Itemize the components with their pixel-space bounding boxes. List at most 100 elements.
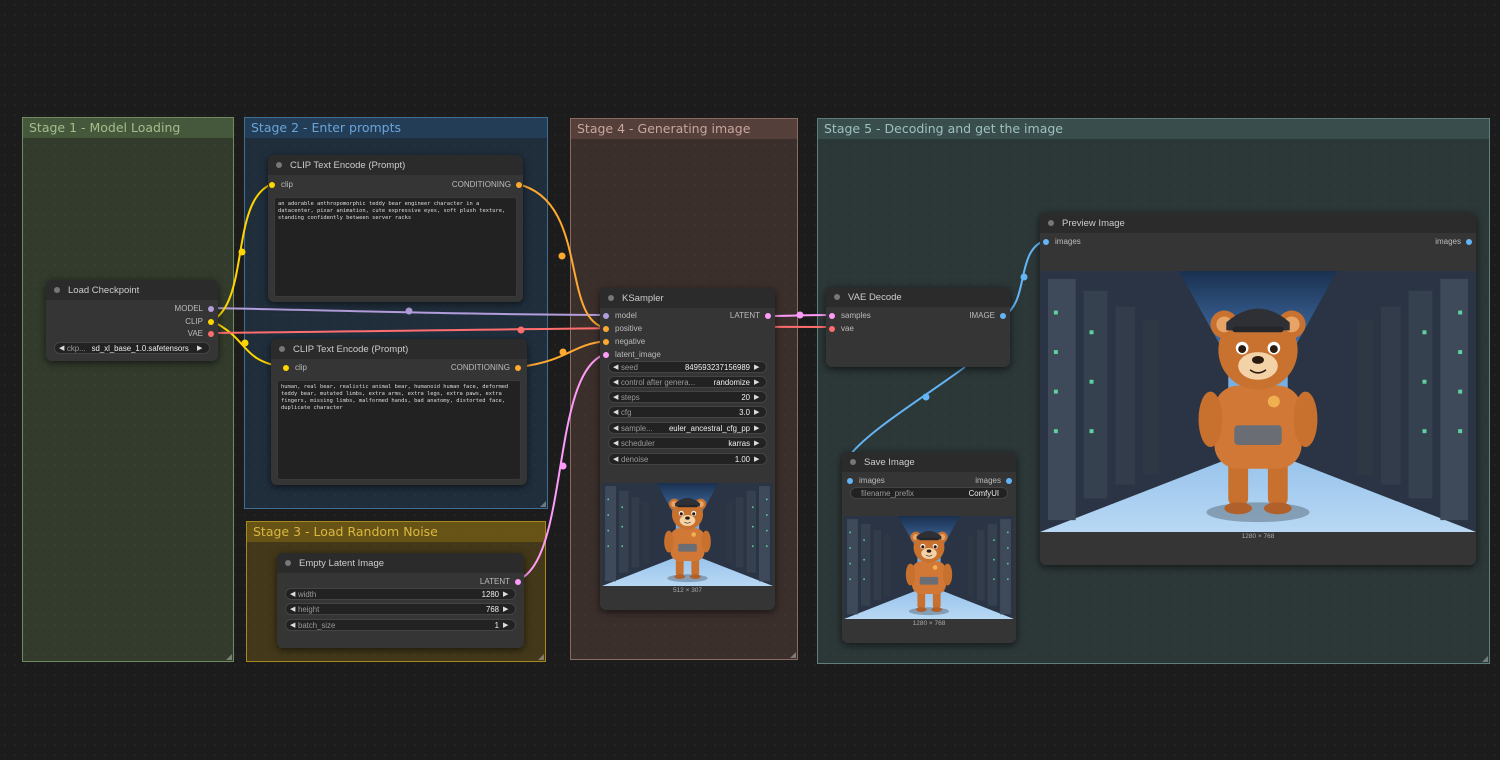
input-vae[interactable]: vae	[829, 324, 854, 333]
collapse-dot-icon[interactable]	[276, 162, 282, 168]
left-arrow-icon[interactable]: ◀	[59, 344, 67, 352]
slot-dot-icon[interactable]	[603, 312, 609, 319]
left-arrow-icon[interactable]: ◀	[613, 408, 621, 416]
collapse-dot-icon[interactable]	[834, 294, 840, 300]
left-arrow-icon[interactable]: ◀	[613, 424, 621, 432]
save-image-node[interactable]: Save Image images images filename_prefix…	[842, 452, 1016, 643]
right-arrow-icon[interactable]: ▶	[197, 344, 205, 352]
output-conditioning[interactable]: CONDITIONING	[451, 363, 521, 372]
left-arrow-icon[interactable]: ◀	[613, 393, 621, 401]
sampler-name-widget[interactable]: ◀ sample... euler_ancestral_cfg_pp ▶	[608, 422, 767, 434]
slot-dot-icon[interactable]	[1000, 312, 1006, 319]
input-clip[interactable]: clip	[283, 363, 307, 372]
slot-dot-icon[interactable]	[603, 351, 609, 358]
scheduler-widget[interactable]: ◀ scheduler karras ▶	[608, 437, 767, 449]
right-arrow-icon[interactable]: ▶	[754, 393, 762, 401]
slot-dot-icon[interactable]	[515, 578, 521, 585]
vae-decode-node[interactable]: VAE Decode samples vae IMAGE	[826, 287, 1010, 367]
slot-dot-icon[interactable]	[208, 330, 214, 337]
right-arrow-icon[interactable]: ▶	[503, 590, 511, 598]
right-arrow-icon[interactable]: ▶	[754, 439, 762, 447]
node-header[interactable]: CLIP Text Encode (Prompt)	[271, 339, 527, 359]
output-conditioning[interactable]: CONDITIONING	[452, 180, 522, 189]
right-arrow-icon[interactable]: ▶	[754, 363, 762, 371]
slot-dot-icon[interactable]	[1006, 477, 1012, 484]
left-arrow-icon[interactable]: ◀	[613, 439, 621, 447]
slot-dot-icon[interactable]	[829, 325, 835, 332]
collapse-dot-icon[interactable]	[54, 287, 60, 293]
slot-dot-icon[interactable]	[283, 364, 289, 371]
node-header[interactable]: KSampler	[600, 288, 775, 308]
left-arrow-icon[interactable]: ◀	[290, 621, 298, 629]
seed-widget[interactable]: ◀ seed 849593237156989 ▶	[608, 361, 767, 373]
slot-dot-icon[interactable]	[847, 477, 853, 484]
width-widget[interactable]: ◀ width 1280 ▶	[285, 588, 516, 600]
group-title[interactable]: Stage 3 - Load Random Noise	[247, 522, 545, 542]
collapse-dot-icon[interactable]	[850, 459, 856, 465]
collapse-dot-icon[interactable]	[285, 560, 291, 566]
denoise-widget[interactable]: ◀ denoise 1.00 ▶	[608, 453, 767, 465]
output-latent[interactable]: LATENT	[730, 311, 771, 320]
slot-dot-icon[interactable]	[1466, 238, 1472, 245]
left-arrow-icon[interactable]: ◀	[613, 378, 621, 386]
input-negative[interactable]: negative	[603, 337, 645, 346]
slot-dot-icon[interactable]	[208, 305, 214, 312]
left-arrow-icon[interactable]: ◀	[290, 605, 298, 613]
ckpt-name-combo[interactable]: ◀ ckp... sd_xl_base_1.0.safetensors ▶	[54, 342, 210, 354]
output-vae[interactable]: VAE	[188, 329, 214, 338]
right-arrow-icon[interactable]: ▶	[503, 605, 511, 613]
input-positive[interactable]: positive	[603, 324, 642, 333]
right-arrow-icon[interactable]: ▶	[754, 408, 762, 416]
input-model[interactable]: model	[603, 311, 637, 320]
group-title[interactable]: Stage 5 - Decoding and get the image	[818, 119, 1489, 139]
output-image[interactable]: IMAGE	[969, 311, 1006, 320]
right-arrow-icon[interactable]: ▶	[754, 378, 762, 386]
right-arrow-icon[interactable]: ▶	[754, 424, 762, 432]
load-checkpoint-node[interactable]: Load Checkpoint MODEL CLIP VAE ◀ ckp... sd…	[46, 280, 218, 361]
slot-dot-icon[interactable]	[603, 325, 609, 332]
slot-dot-icon[interactable]	[208, 318, 214, 325]
slot-dot-icon[interactable]	[603, 338, 609, 345]
resize-handle[interactable]	[790, 652, 796, 658]
clip-text-encode-negative-node[interactable]: CLIP Text Encode (Prompt) clip CONDITION…	[271, 339, 527, 485]
input-clip[interactable]: clip	[269, 180, 293, 189]
node-header[interactable]: Load Checkpoint	[46, 280, 218, 300]
empty-latent-image-node[interactable]: Empty Latent Image LATENT ◀ width 1280 ▶ ◀ h…	[277, 553, 524, 648]
group-title[interactable]: Stage 2 - Enter prompts	[245, 118, 547, 138]
resize-handle[interactable]	[538, 654, 544, 660]
output-latent[interactable]: LATENT	[480, 577, 521, 586]
slot-dot-icon[interactable]	[829, 312, 835, 319]
control-after-generate-widget[interactable]: ◀ control after genera... randomize ▶	[608, 376, 767, 388]
filename-prefix-widget[interactable]: filename_prefix ComfyUI	[850, 487, 1008, 499]
right-arrow-icon[interactable]: ▶	[503, 621, 511, 629]
batch-size-widget[interactable]: ◀ batch_size 1 ▶	[285, 619, 516, 631]
slot-dot-icon[interactable]	[516, 181, 522, 188]
cfg-widget[interactable]: ◀ cfg 3.0 ▶	[608, 406, 767, 418]
collapse-dot-icon[interactable]	[1048, 220, 1054, 226]
node-header[interactable]: Empty Latent Image	[277, 553, 524, 573]
resize-handle[interactable]	[1482, 656, 1488, 662]
output-images[interactable]: images	[975, 476, 1012, 485]
left-arrow-icon[interactable]: ◀	[290, 590, 298, 598]
node-header[interactable]: CLIP Text Encode (Prompt)	[268, 155, 523, 175]
output-model[interactable]: MODEL	[175, 304, 214, 313]
height-widget[interactable]: ◀ height 768 ▶	[285, 603, 516, 615]
group-title[interactable]: Stage 1 - Model Loading	[23, 118, 233, 138]
input-latent-image[interactable]: latent_image	[603, 350, 661, 359]
resize-handle[interactable]	[540, 501, 546, 507]
output-clip[interactable]: CLIP	[185, 317, 214, 326]
prompt-textarea[interactable]: an adorable anthropomorphic teddy bear e…	[274, 197, 517, 297]
steps-widget[interactable]: ◀ steps 20 ▶	[608, 391, 767, 403]
prompt-textarea[interactable]: human, real bear, realistic animal bear,…	[277, 380, 521, 480]
slot-dot-icon[interactable]	[515, 364, 521, 371]
node-header[interactable]: Preview Image	[1040, 213, 1476, 233]
left-arrow-icon[interactable]: ◀	[613, 363, 621, 371]
resize-handle[interactable]	[226, 654, 232, 660]
slot-dot-icon[interactable]	[765, 312, 771, 319]
right-arrow-icon[interactable]: ▶	[754, 455, 762, 463]
input-images[interactable]: images	[1043, 237, 1081, 246]
group-stage-1[interactable]: Stage 1 - Model Loading	[22, 117, 234, 662]
node-header[interactable]: VAE Decode	[826, 287, 1010, 307]
input-images[interactable]: images	[847, 476, 885, 485]
slot-dot-icon[interactable]	[269, 181, 275, 188]
